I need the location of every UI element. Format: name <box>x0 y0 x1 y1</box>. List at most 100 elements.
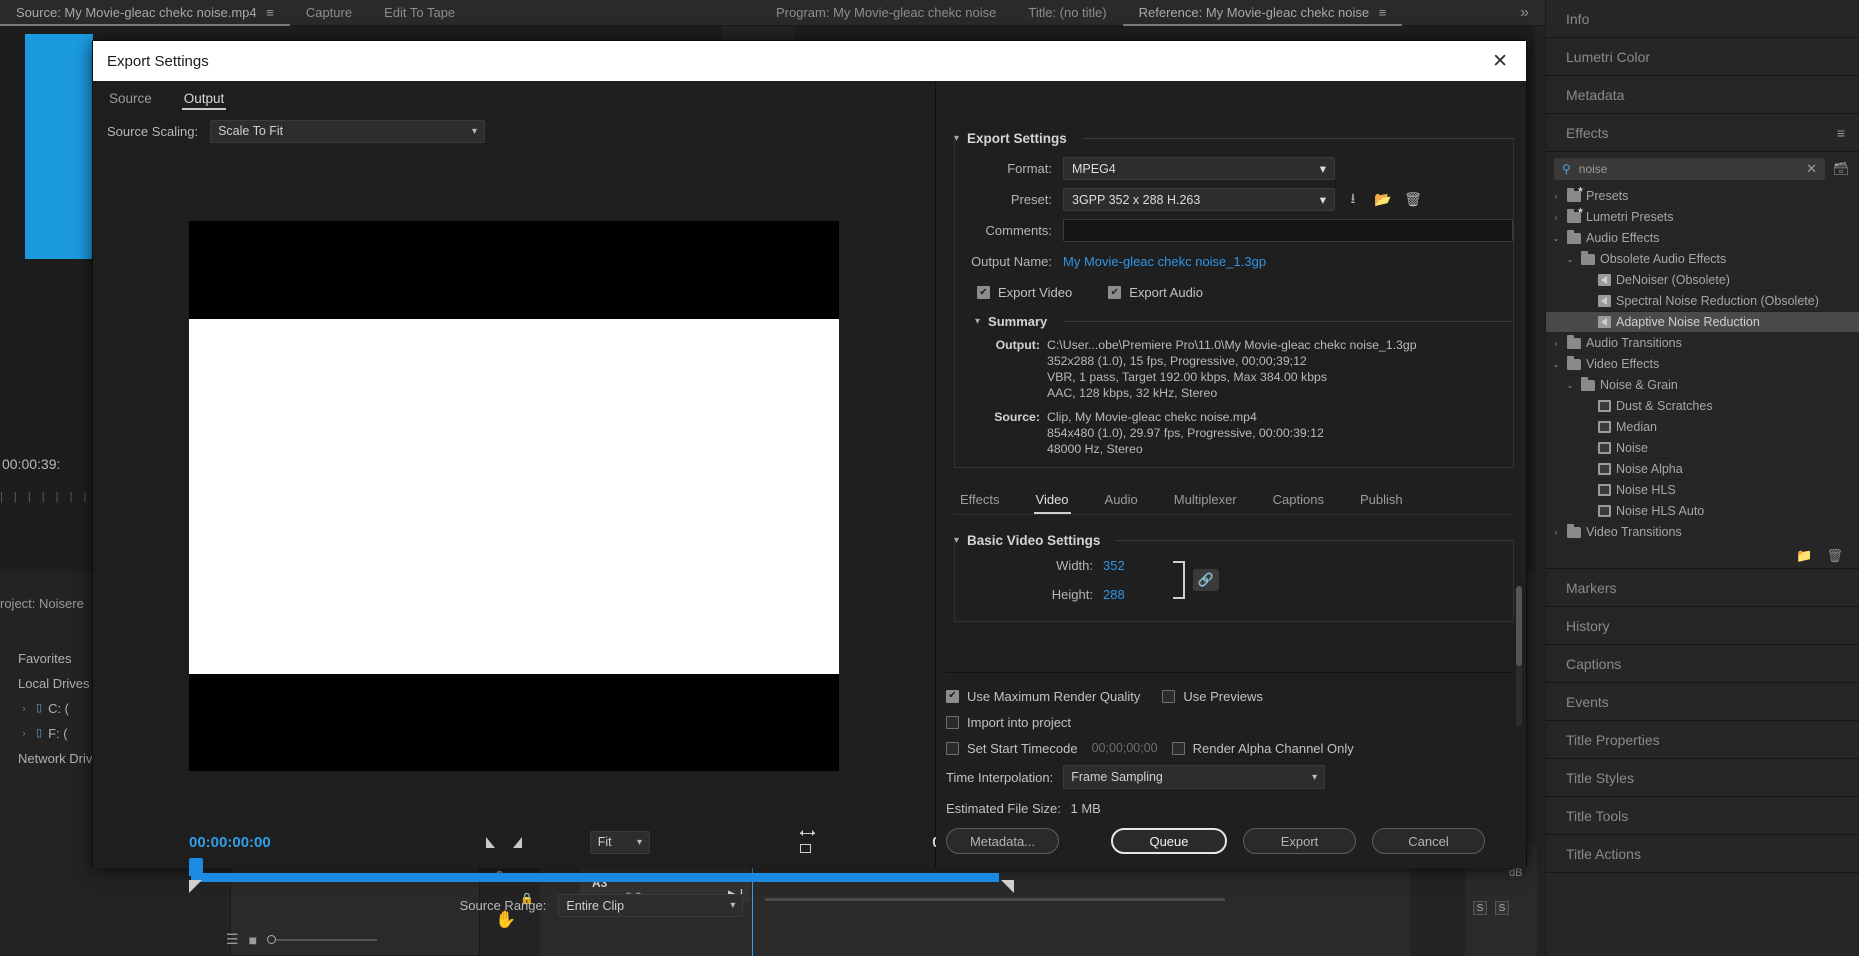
panel-tab-history[interactable]: History <box>1546 607 1859 645</box>
chevron-right-icon[interactable]: › <box>18 721 30 746</box>
reference-panel-menu-icon[interactable]: ≡ <box>1373 5 1387 20</box>
in-point-icon[interactable] <box>485 836 495 848</box>
tab-source[interactable]: Source <box>107 87 154 110</box>
chevron-down-icon[interactable]: ⌄ <box>1550 234 1562 243</box>
set-start-timecode-checkbox[interactable]: Set Start Timecode <box>946 741 1078 756</box>
summary-header-row[interactable]: ▾ Summary <box>975 314 1513 329</box>
zoom-level-select[interactable]: Fit ▾ <box>589 830 651 854</box>
video-preview[interactable] <box>189 221 839 771</box>
list-view-icon[interactable]: ☰ <box>226 931 239 948</box>
width-value[interactable]: 352 <box>1103 558 1163 573</box>
tree-item-lumetri-presets[interactable]: › Lumetri Presets <box>1546 206 1859 228</box>
panel-tab-lumetri-color[interactable]: Lumetri Color <box>1546 38 1859 76</box>
panel-tab-effects[interactable]: Effects ≡ <box>1546 114 1859 152</box>
output-name-link[interactable]: My Movie-gleac chekc noise_1.3gp <box>1063 254 1266 269</box>
queue-button[interactable]: Queue <box>1111 828 1227 854</box>
current-timecode[interactable]: 00:00:00:00 <box>189 834 271 851</box>
solo-button-right[interactable]: S <box>1495 901 1509 915</box>
tab-reference-monitor[interactable]: Reference: My Movie-gleac chekc noise ≡ <box>1123 0 1403 26</box>
time-interpolation-select[interactable]: Frame Sampling ▾ <box>1063 765 1326 789</box>
height-value[interactable]: 288 <box>1103 587 1163 602</box>
solo-button-left[interactable]: S <box>1473 901 1487 915</box>
tree-item-noise-hls-auto[interactable]: Noise HLS Auto <box>1546 501 1859 522</box>
slider-knob[interactable] <box>267 934 277 944</box>
out-point-handle[interactable] <box>1001 880 1014 893</box>
tree-item-dust-and-scratches[interactable]: Dust & Scratches <box>1546 396 1859 417</box>
tab-program-monitor[interactable]: Program: My Movie-gleac chekc noise <box>760 0 1012 26</box>
scrubber-playhead[interactable] <box>189 858 203 876</box>
tree-item-spectral-noise-reduction[interactable]: Spectral Noise Reduction (Obsolete) <box>1546 291 1859 312</box>
comments-input[interactable] <box>1063 219 1513 242</box>
chevron-down-icon[interactable]: ⌄ <box>1564 255 1576 264</box>
panel-tab-title-tools[interactable]: Title Tools <box>1546 797 1859 835</box>
tree-item-video-transitions[interactable]: › Video Transitions <box>1546 522 1859 543</box>
tab-multiplexer[interactable]: Multiplexer <box>1172 486 1239 514</box>
export-audio-checkbox[interactable]: Export Audio <box>1108 285 1203 300</box>
out-point-icon[interactable] <box>512 836 522 848</box>
scrollbar-thumb[interactable] <box>1516 586 1522 666</box>
new-bin-icon[interactable]: 📁 <box>1796 548 1812 564</box>
use-max-render-quality-checkbox[interactable]: Use Maximum Render Quality <box>946 689 1140 704</box>
panel-overflow-icon[interactable]: » <box>1504 0 1545 26</box>
chevron-down-icon[interactable]: ▾ <box>954 133 959 144</box>
use-previews-checkbox[interactable]: Use Previews <box>1162 689 1263 704</box>
tab-effects[interactable]: Effects <box>958 486 1002 514</box>
tree-item-video-effects[interactable]: ⌄ Video Effects <box>1546 354 1859 375</box>
tree-item-audio-effects[interactable]: ⌄ Audio Effects <box>1546 228 1859 249</box>
import-into-project-checkbox[interactable]: Import into project <box>946 715 1071 730</box>
tab-publish[interactable]: Publish <box>1358 486 1405 514</box>
source-scaling-select[interactable]: Scale To Fit ▾ <box>210 119 486 143</box>
panel-tab-title-actions[interactable]: Title Actions <box>1546 835 1859 873</box>
chevron-down-icon[interactable]: ⌄ <box>1550 360 1562 369</box>
search-input[interactable]: ⚲ noise ✕ <box>1554 158 1825 180</box>
tree-item-noise-alpha[interactable]: Noise Alpha <box>1546 459 1859 480</box>
import-preset-icon[interactable]: 📂 <box>1371 189 1395 211</box>
panel-tab-events[interactable]: Events <box>1546 683 1859 721</box>
cancel-button[interactable]: Cancel <box>1372 828 1485 854</box>
tab-audio[interactable]: Audio <box>1103 486 1140 514</box>
render-alpha-channel-only-checkbox[interactable]: Render Alpha Channel Only <box>1171 741 1354 756</box>
project-panel-tab[interactable]: roject: Noisere <box>0 596 84 611</box>
tree-item-adaptive-noise-reduction[interactable]: Adaptive Noise Reduction <box>1546 312 1859 333</box>
tab-source-monitor[interactable]: Source: My Movie-gleac chekc noise.mp4 ≡ <box>0 0 290 26</box>
export-button[interactable]: Export <box>1243 828 1356 854</box>
panel-tab-metadata[interactable]: Metadata <box>1546 76 1859 114</box>
scrubber-track[interactable] <box>191 873 999 882</box>
link-dimensions-icon[interactable]: 🔗 <box>1193 569 1219 591</box>
start-timecode-value[interactable]: 00;00;00;00 <box>1092 741 1158 755</box>
tree-item-noise[interactable]: Noise <box>1546 438 1859 459</box>
tab-output[interactable]: Output <box>182 87 227 110</box>
tab-title[interactable]: Title: (no title) <box>1012 0 1122 26</box>
tree-item-audio-transitions[interactable]: › Audio Transitions <box>1546 333 1859 354</box>
close-icon[interactable]: ✕ <box>1488 52 1512 71</box>
panel-tab-markers[interactable]: Markers <box>1546 569 1859 607</box>
tree-item-noise-and-grain[interactable]: ⌄ Noise & Grain <box>1546 375 1859 396</box>
chevron-down-icon[interactable]: ⌄ <box>1564 381 1576 390</box>
source-aspect-icon[interactable] <box>798 830 816 853</box>
in-point-handle[interactable] <box>189 880 202 893</box>
chevron-down-icon[interactable]: ▾ <box>975 316 980 327</box>
panel-tab-title-styles[interactable]: Title Styles <box>1546 759 1859 797</box>
format-select[interactable]: MPEG4 ▾ <box>1063 157 1335 180</box>
tab-video[interactable]: Video <box>1034 486 1071 514</box>
chevron-right-icon[interactable]: › <box>1550 339 1562 348</box>
delete-preset-icon[interactable]: 🗑 <box>1401 189 1425 211</box>
effects-panel-menu-icon[interactable]: ≡ <box>1837 114 1845 152</box>
chevron-right-icon[interactable]: › <box>1550 213 1562 222</box>
delete-icon[interactable]: 🗑 <box>1826 548 1843 564</box>
preset-select[interactable]: 3GPP 352 x 288 H.263 ▾ <box>1063 188 1335 211</box>
panel-tab-title-properties[interactable]: Title Properties <box>1546 721 1859 759</box>
clear-search-icon[interactable]: ✕ <box>1806 161 1817 177</box>
chevron-right-icon[interactable]: › <box>1550 528 1562 537</box>
source-range-select[interactable]: Entire Clip ▾ <box>558 894 744 917</box>
chevron-right-icon[interactable]: › <box>18 696 30 721</box>
settings-scrollbar[interactable] <box>1516 586 1522 726</box>
tab-capture[interactable]: Capture <box>290 0 368 26</box>
panel-tab-captions[interactable]: Captions <box>1546 645 1859 683</box>
scrubber[interactable] <box>189 858 1014 893</box>
tab-edit-to-tape[interactable]: Edit To Tape <box>368 0 471 26</box>
icon-view-icon[interactable]: ■ <box>249 932 257 948</box>
source-panel-menu-icon[interactable]: ≡ <box>260 5 274 20</box>
tree-item-denoiser[interactable]: DeNoiser (Obsolete) <box>1546 270 1859 291</box>
chevron-right-icon[interactable]: › <box>1550 192 1562 201</box>
